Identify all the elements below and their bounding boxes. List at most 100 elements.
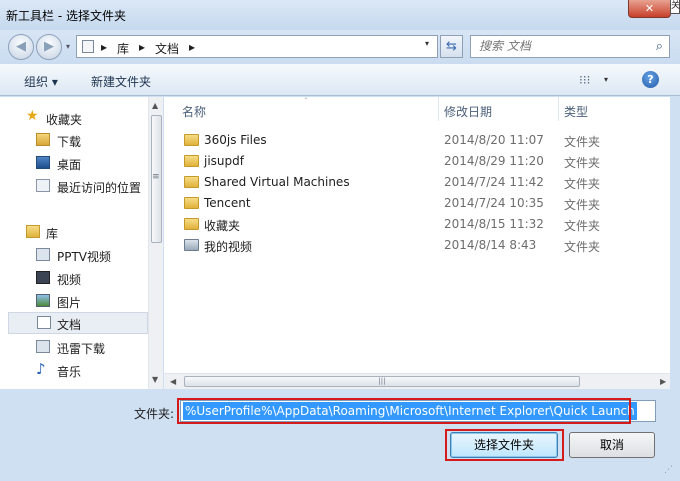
video-library-icon [36, 271, 50, 284]
file-name: jisupdf [204, 154, 244, 168]
breadcrumb-separator-icon[interactable]: ▸ [189, 40, 195, 54]
breadcrumb-separator-icon[interactable]: ▸ [101, 40, 107, 54]
column-header-name[interactable]: 名称 [182, 103, 206, 120]
sidebar-item-documents[interactable]: 文档 [8, 312, 148, 334]
file-date: 2014/8/14 8:43 [444, 238, 537, 252]
file-date: 2014/8/15 11:32 [444, 217, 544, 231]
breadcrumb-separator-icon[interactable]: ▸ [139, 40, 145, 54]
sidebar-item-label: 下载 [57, 135, 82, 149]
scroll-grip-icon: ||| [378, 377, 386, 385]
search-input[interactable] [479, 39, 649, 53]
file-date: 2014/7/24 10:35 [444, 196, 544, 210]
sidebar-item-label: 图片 [57, 296, 82, 310]
library-icon [26, 225, 40, 238]
search-icon[interactable]: ⌕ [656, 39, 663, 54]
close-button[interactable]: ✕ [628, 0, 671, 18]
sidebar-item-xunlei[interactable]: 迅雷下载 [0, 336, 148, 358]
column-header-type[interactable]: 类型 [564, 103, 588, 120]
folder-icon [184, 176, 199, 188]
sidebar-item-label: 文档 [57, 318, 82, 332]
video-library-icon [36, 248, 50, 261]
download-icon [36, 133, 50, 146]
table-row[interactable]: jisupdf 2014/8/29 11:20 文件夹 [180, 151, 650, 172]
folder-icon [184, 155, 199, 167]
refresh-button[interactable]: ⇆ [440, 35, 463, 58]
new-folder-button[interactable]: 新建文件夹 [91, 73, 151, 90]
search-box[interactable]: ⌕ [470, 35, 670, 58]
address-row: ◀ ▶ ▾ ▸ 库 ▸ 文档 ▸ ▾ ⇆ ⌕ [0, 30, 680, 64]
background-window-fragment: 关 [670, 0, 680, 14]
title-bar: 新工具栏 - 选择文件夹 ✕ 关 [0, 0, 680, 30]
file-list-hscrollbar[interactable]: ◀ ||| ▶ [164, 373, 670, 389]
back-button[interactable]: ◀ [8, 34, 34, 60]
resize-grip-icon[interactable]: ⋰ [664, 465, 673, 475]
sidebar-item-pptv[interactable]: PPTV视频 [0, 244, 148, 266]
sidebar-item-label: 最近访问的位置 [57, 181, 142, 195]
file-name: 360js Files [204, 133, 267, 147]
forward-button[interactable]: ▶ [36, 34, 62, 60]
file-name: Tencent [204, 196, 251, 210]
sidebar-scrollbar[interactable]: ▲ ≡ ▼ [148, 97, 163, 389]
file-type: 文件夹 [564, 177, 601, 191]
forward-arrow-icon: ▶ [44, 39, 54, 54]
table-row[interactable]: Tencent 2014/7/24 10:35 文件夹 [180, 193, 650, 214]
sidebar-item-pictures[interactable]: 图片 [0, 290, 148, 312]
file-type: 文件夹 [564, 219, 601, 233]
folder-icon [184, 197, 199, 209]
sidebar-item-label: 桌面 [57, 158, 82, 172]
column-divider[interactable] [558, 97, 559, 121]
column-divider[interactable] [438, 97, 439, 121]
folder-field-label: 文件夹: [134, 407, 175, 421]
pictures-library-icon [36, 294, 50, 307]
address-dropdown-icon[interactable]: ▾ [425, 39, 429, 48]
sidebar-item-label: 收藏夹 [46, 113, 83, 127]
scroll-up-icon[interactable]: ▲ [152, 101, 158, 110]
scrollbar-thumb[interactable]: ≡ [151, 115, 162, 243]
sidebar-item-label: 音乐 [57, 365, 82, 379]
help-icon[interactable]: ? [642, 71, 659, 88]
file-list-pane: ˆ 名称 修改日期 类型 360js Files 2014/8/20 11:07… [164, 97, 670, 389]
sidebar-item-videos[interactable]: 视频 [0, 267, 148, 289]
table-row[interactable]: 收藏夹 2014/8/15 11:32 文件夹 [180, 214, 650, 235]
download-library-icon [36, 340, 50, 353]
sidebar-item-favorites[interactable]: ★ 收藏夹 [0, 107, 148, 129]
view-options-icon[interactable]: ⁝⁝⁝ [579, 73, 590, 87]
sidebar-item-libraries[interactable]: 库 [0, 221, 148, 243]
organize-menu[interactable]: 组织 ▾ [24, 73, 58, 90]
table-row[interactable]: 我的视频 2014/8/14 8:43 文件夹 [180, 235, 650, 256]
sidebar-item-music[interactable]: ♪ 音乐 [0, 359, 148, 381]
sidebar-item-desktop[interactable]: 桌面 [0, 152, 148, 174]
column-header-date[interactable]: 修改日期 [444, 103, 492, 120]
sidebar-item-downloads[interactable]: 下载 [0, 129, 148, 151]
cancel-button[interactable]: 取消 [569, 432, 655, 458]
address-bar[interactable]: ▸ 库 ▸ 文档 ▸ [76, 35, 438, 58]
document-icon [82, 40, 94, 53]
scroll-left-icon[interactable]: ◀ [170, 377, 176, 386]
breadcrumb-library[interactable]: 库 [117, 40, 129, 57]
scrollbar-thumb[interactable]: ||| [184, 376, 580, 387]
sidebar-item-label: 迅雷下载 [57, 342, 106, 356]
scroll-down-icon[interactable]: ▼ [152, 375, 158, 384]
back-arrow-icon: ◀ [16, 39, 26, 54]
table-row[interactable]: 360js Files 2014/8/20 11:07 文件夹 [180, 130, 650, 151]
refresh-icon: ⇆ [446, 39, 457, 54]
sidebar-item-recent-places[interactable]: 最近访问的位置 [0, 175, 148, 197]
recent-places-icon [36, 179, 50, 192]
breadcrumb-documents[interactable]: 文档 [155, 40, 179, 57]
highlight-box-path [177, 398, 631, 424]
window-title: 新工具栏 - 选择文件夹 [6, 9, 126, 23]
file-name: 收藏夹 [204, 219, 241, 233]
favorites-folder-icon [184, 218, 199, 230]
file-type: 文件夹 [564, 135, 601, 149]
sidebar-item-label: 视频 [57, 273, 82, 287]
table-row[interactable]: Shared Virtual Machines 2014/7/24 11:42 … [180, 172, 650, 193]
video-folder-icon [184, 239, 199, 251]
recent-pages-dropdown[interactable]: ▾ [66, 42, 70, 51]
file-name: Shared Virtual Machines [204, 175, 350, 189]
scroll-right-icon[interactable]: ▶ [660, 377, 666, 386]
sidebar-item-label: 库 [46, 227, 59, 241]
file-type: 文件夹 [564, 198, 601, 212]
star-icon: ★ [26, 108, 39, 124]
file-date: 2014/8/20 11:07 [444, 133, 544, 147]
view-dropdown-icon[interactable]: ▾ [604, 75, 608, 84]
